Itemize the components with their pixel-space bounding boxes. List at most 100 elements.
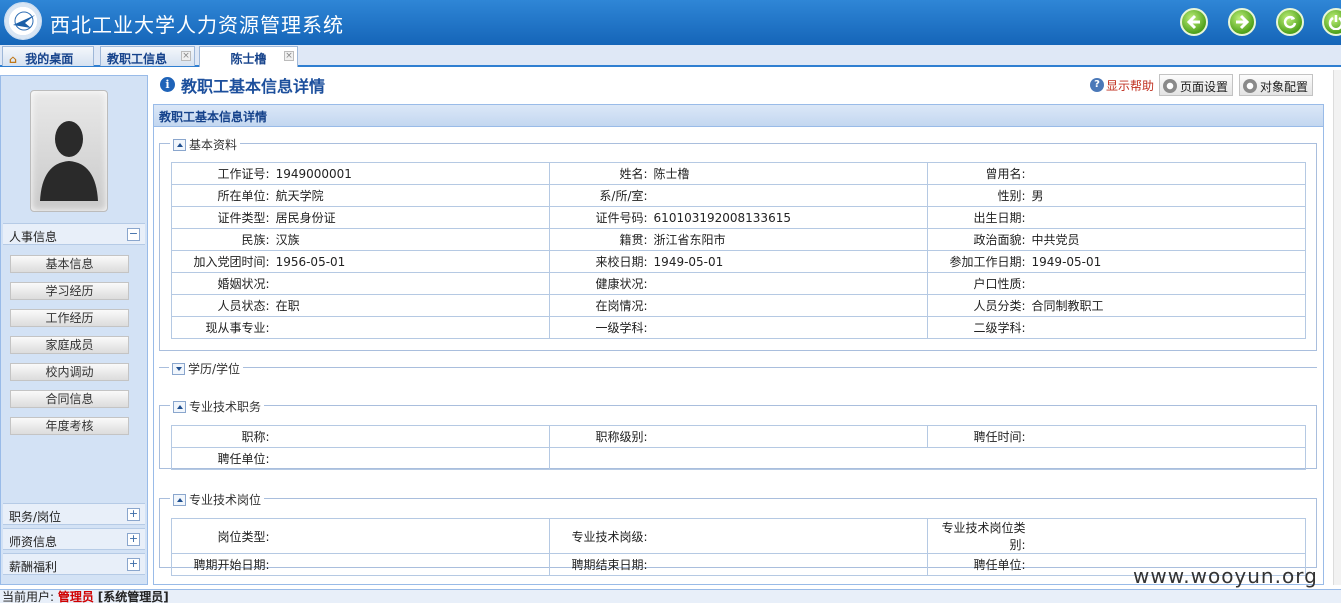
field-label: 聘任单位:	[170, 447, 273, 470]
collapse-icon[interactable]	[173, 139, 186, 151]
field-label: 二级学科:	[926, 316, 1029, 339]
tab-my-desktop[interactable]: ⌂ 我的桌面	[2, 46, 94, 66]
field-label: 聘任时间:	[926, 425, 1029, 448]
field-value	[272, 425, 550, 448]
field-label: 加入党团时间:	[170, 250, 273, 273]
field-value: 浙江省东阳市	[650, 228, 928, 251]
field-value	[272, 316, 550, 339]
menu-work-history[interactable]: 工作经历	[10, 309, 129, 327]
menu-education[interactable]: 学习经历	[10, 282, 129, 300]
current-user: 管理员	[57, 590, 94, 603]
back-icon[interactable]	[1180, 8, 1208, 36]
close-icon[interactable]: ×	[284, 51, 294, 61]
expand-icon[interactable]	[172, 363, 185, 375]
close-icon[interactable]: ×	[181, 51, 191, 61]
power-icon[interactable]	[1322, 8, 1341, 36]
field-value	[650, 272, 928, 295]
fieldset-legend[interactable]: 学历/学位	[169, 360, 244, 377]
field-label: 所在单位:	[170, 184, 273, 207]
field-label: 在岗情况:	[548, 294, 651, 317]
scrollbar[interactable]	[1333, 70, 1341, 585]
page-settings-button[interactable]: 页面设置	[1159, 74, 1234, 96]
gear-icon	[1243, 79, 1257, 93]
collapse-icon[interactable]	[173, 494, 186, 506]
field-value	[272, 518, 550, 554]
object-config-button[interactable]: 对象配置	[1239, 74, 1314, 96]
section-salary[interactable]: 薪酬福利 +	[3, 553, 145, 575]
menu-basic-info[interactable]: 基本信息	[10, 255, 129, 273]
field-value	[1028, 425, 1306, 448]
menu-annual-review[interactable]: 年度考核	[10, 417, 129, 435]
field-value: 航天学院	[272, 184, 550, 207]
field-label: 职称级别:	[548, 425, 651, 448]
field-value	[272, 553, 550, 576]
fieldset-tech-post: 专业技术岗位 岗位类型: 专业技术岗级: 专业技术岗位类别: 聘期开始日期: 聘期结束日…	[159, 491, 1317, 576]
page-title: 教职工基本信息详情	[181, 77, 326, 96]
home-icon: ⌂	[9, 53, 17, 66]
current-role: [系统管理员]	[97, 590, 169, 603]
field-value	[650, 553, 928, 576]
fieldset-legend[interactable]: 基本资料	[170, 136, 241, 153]
section-label: 职务/岗位	[9, 510, 62, 524]
field-value: 中共党员	[1028, 228, 1306, 251]
collapse-icon[interactable]: −	[127, 228, 140, 241]
field-label: 曾用名:	[926, 162, 1029, 185]
field-value: 1949000001	[272, 162, 550, 185]
menu-transfer[interactable]: 校内调动	[10, 363, 129, 381]
field-value: 610103192008133615	[650, 206, 928, 229]
field-label: 一级学科:	[548, 316, 651, 339]
menu-family[interactable]: 家庭成员	[10, 336, 129, 354]
collapse-icon[interactable]	[173, 401, 186, 413]
table-row: 聘任单位:	[170, 447, 1307, 470]
help-link[interactable]: 显示帮助	[1106, 77, 1154, 94]
field-value	[1028, 518, 1306, 554]
field-label: 出生日期:	[926, 206, 1029, 229]
legend-label: 学历/学位	[188, 362, 241, 376]
field-label: 人员分类:	[926, 294, 1029, 317]
legend-label: 专业技术岗位	[189, 493, 262, 507]
field-label: 姓名:	[548, 162, 651, 185]
fieldset-legend[interactable]: 专业技术岗位	[170, 491, 265, 508]
sidebar: 人事信息 − 基本信息 学习经历 工作经历 家庭成员 校内调动 合同信息 年度考…	[0, 75, 148, 585]
tab-chen-shilu[interactable]: 陈士橹 ×	[199, 46, 298, 67]
table-row: 人员状态: 在职 在岗情况: 人员分类: 合同制教职工	[170, 294, 1306, 317]
section-personnel[interactable]: 人事信息 −	[3, 223, 145, 245]
refresh-icon[interactable]	[1276, 8, 1304, 36]
field-label: 来校日期:	[548, 250, 651, 273]
field-value	[650, 316, 928, 339]
fieldset-education: 学历/学位	[159, 360, 1317, 377]
field-value	[1028, 316, 1306, 339]
expand-icon[interactable]: +	[127, 533, 140, 546]
info-icon: i	[160, 77, 175, 92]
section-post[interactable]: 职务/岗位 +	[3, 503, 145, 525]
field-label: 户口性质:	[926, 272, 1029, 295]
field-value	[650, 184, 928, 207]
field-label: 岗位类型:	[170, 518, 273, 554]
table-row: 婚姻状况: 健康状况: 户口性质:	[170, 272, 1306, 295]
section-label: 薪酬福利	[9, 560, 58, 574]
field-label: 聘期开始日期:	[170, 553, 273, 576]
field-label: 聘期结束日期:	[548, 553, 651, 576]
app-header: 西北工业大学人力资源管理系统	[0, 0, 1341, 45]
basic-info-table: 工作证号: 1949000001 姓名: 陈士橹 曾用名: 所在单位: 航天学院 系/所/室:…	[170, 162, 1306, 339]
fieldset-basic: 基本资料 工作证号: 1949000001 姓名: 陈士橹 曾用名: 所在单位: 航天学院系…	[159, 136, 1317, 351]
empty-cell	[549, 447, 1307, 470]
tab-staff-info[interactable]: 教职工信息 ×	[100, 46, 195, 66]
fieldset-legend[interactable]: 专业技术职务	[170, 398, 265, 415]
help-icon[interactable]: ?	[1090, 78, 1104, 92]
tab-label: 教职工信息	[107, 52, 168, 66]
legend-label: 专业技术职务	[189, 400, 262, 414]
section-label: 师资信息	[9, 535, 58, 549]
table-row: 岗位类型: 专业技术岗级: 专业技术岗位类别:	[170, 518, 1306, 554]
forward-icon[interactable]	[1228, 8, 1256, 36]
field-label: 婚姻状况:	[170, 272, 273, 295]
button-label: 页面设置	[1180, 80, 1229, 94]
expand-icon[interactable]: +	[127, 508, 140, 521]
section-label: 人事信息	[9, 230, 58, 244]
expand-icon[interactable]: +	[127, 558, 140, 571]
legend-label: 基本资料	[189, 138, 238, 152]
menu-contract[interactable]: 合同信息	[10, 390, 129, 408]
section-faculty[interactable]: 师资信息 +	[3, 528, 145, 550]
field-label: 人员状态:	[170, 294, 273, 317]
tech-title-table: 职称: 职称级别: 聘任时间: 聘任单位:	[170, 425, 1307, 470]
